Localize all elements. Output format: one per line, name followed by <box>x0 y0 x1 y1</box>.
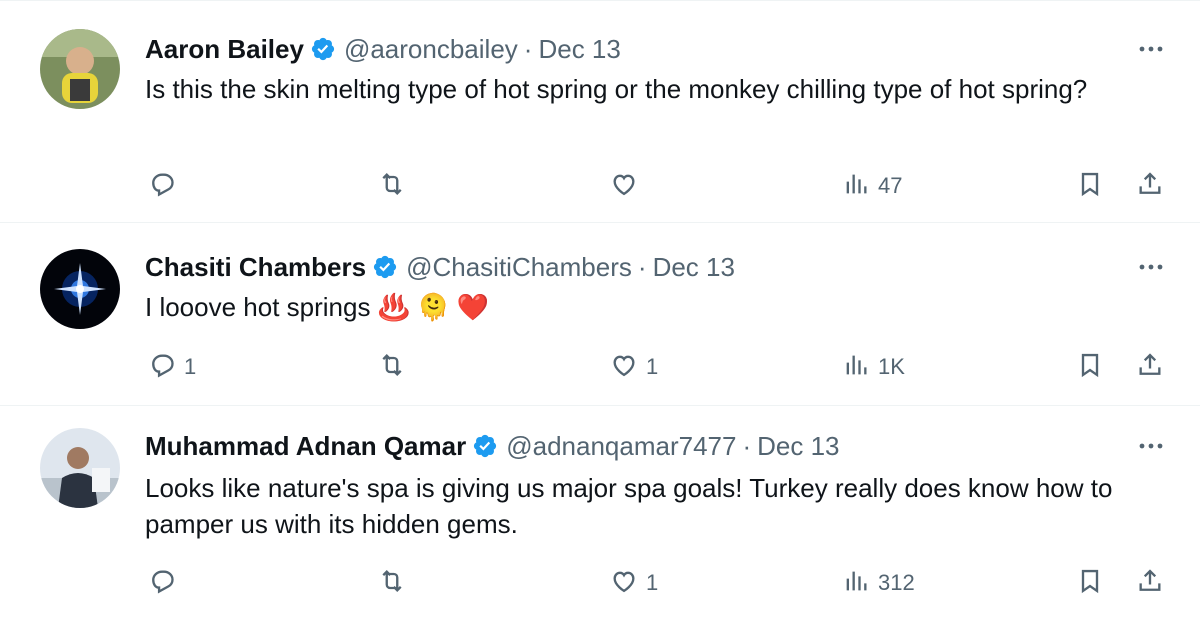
views-icon <box>842 170 870 203</box>
author-handle[interactable]: @ChasitiChambers <box>406 252 632 283</box>
share-icon <box>1136 567 1164 600</box>
verified-badge-icon <box>472 433 498 459</box>
retweet-button[interactable] <box>378 563 414 603</box>
verified-badge-icon <box>310 36 336 62</box>
retweet-button[interactable] <box>378 166 414 206</box>
author-handle[interactable]: @aaroncbailey <box>344 34 518 65</box>
red-heart-emoji: ❤️ <box>456 292 490 322</box>
reply-count: 1 <box>184 354 197 379</box>
avatar-image <box>40 249 120 329</box>
bookmark-button[interactable] <box>1076 563 1104 603</box>
like-button[interactable]: 1 <box>610 563 658 603</box>
more-icon[interactable] <box>1136 39 1166 59</box>
views-button[interactable]: 1K <box>842 347 905 387</box>
bookmark-icon <box>1076 351 1104 384</box>
bookmark-icon <box>1076 170 1104 203</box>
tweet-text: Is this the skin melting type of hot spr… <box>145 74 1088 104</box>
reply-icon <box>148 351 176 384</box>
tweet-text: I looove hot springs <box>145 292 371 322</box>
reply-button[interactable] <box>148 563 184 603</box>
reply-feed: Aaron Bailey @aaroncbailey · Dec 13 Is t… <box>0 0 1200 628</box>
views-button[interactable]: 47 <box>842 166 902 206</box>
reply-icon <box>148 567 176 600</box>
melting-face-emoji: 🫠 <box>417 292 450 322</box>
avatar[interactable] <box>40 428 120 508</box>
bookmark-button[interactable] <box>1076 347 1104 387</box>
tweet-date[interactable]: Dec 13 <box>538 34 620 65</box>
like-count: 1 <box>646 570 659 595</box>
like-icon <box>610 351 638 384</box>
separator: · <box>523 33 533 64</box>
author-name[interactable]: Aaron Bailey <box>145 34 304 65</box>
retweet-icon <box>378 351 406 384</box>
retweet-icon <box>378 170 406 203</box>
action-bar: 47 <box>0 166 1200 206</box>
share-icon <box>1136 351 1164 384</box>
author-handle[interactable]: @adnanqamar7477 <box>506 431 736 462</box>
verified-badge-icon <box>372 254 398 280</box>
tweet-2[interactable]: Chasiti Chambers @ChasitiChambers · Dec … <box>0 222 1200 406</box>
view-count: 312 <box>878 570 915 595</box>
tweet-header: Aaron Bailey @aaroncbailey · Dec 13 <box>145 31 621 67</box>
author-name[interactable]: Chasiti Chambers <box>145 252 366 283</box>
like-count: 1 <box>646 354 659 379</box>
tweet-text-container: I looove hot springs ♨️ 🫠 ❤️ <box>145 289 1175 325</box>
share-button[interactable] <box>1136 166 1164 206</box>
tweet-header: Chasiti Chambers @ChasitiChambers · Dec … <box>145 249 735 285</box>
bookmark-icon <box>1076 567 1104 600</box>
tweet-text: Looks like nature's spa is giving us maj… <box>145 473 1113 539</box>
author-name[interactable]: Muhammad Adnan Qamar <box>145 431 466 462</box>
separator: · <box>742 430 752 461</box>
tweet-1[interactable]: Aaron Bailey @aaroncbailey · Dec 13 Is t… <box>0 0 1200 223</box>
reply-button[interactable]: 1 <box>148 347 196 387</box>
more-icon[interactable] <box>1136 257 1166 277</box>
action-bar: 1 312 <box>0 563 1200 603</box>
reply-button[interactable] <box>148 166 184 206</box>
views-icon <box>842 567 870 600</box>
views-button[interactable]: 312 <box>842 563 915 603</box>
views-icon <box>842 351 870 384</box>
avatar[interactable] <box>40 249 120 329</box>
like-button[interactable]: 1 <box>610 347 658 387</box>
avatar-image <box>40 428 120 508</box>
tweet-date[interactable]: Dec 13 <box>653 252 735 283</box>
hot-springs-emoji: ♨️ <box>377 292 411 322</box>
like-icon <box>610 567 638 600</box>
view-count: 47 <box>878 173 903 198</box>
share-icon <box>1136 170 1164 203</box>
action-bar: 1 1 1K <box>0 347 1200 387</box>
separator: · <box>637 251 647 282</box>
view-count: 1K <box>878 354 905 379</box>
avatar[interactable] <box>40 29 120 109</box>
retweet-icon <box>378 567 406 600</box>
share-button[interactable] <box>1136 347 1164 387</box>
avatar-image <box>40 29 120 109</box>
like-button[interactable] <box>610 166 646 206</box>
share-button[interactable] <box>1136 563 1164 603</box>
more-icon[interactable] <box>1136 436 1166 456</box>
like-icon <box>610 170 638 203</box>
bookmark-button[interactable] <box>1076 166 1104 206</box>
tweet-date[interactable]: Dec 13 <box>757 431 839 462</box>
retweet-button[interactable] <box>378 347 414 387</box>
tweet-3[interactable]: Muhammad Adnan Qamar @adnanqamar7477 · D… <box>0 405 1200 629</box>
tweet-header: Muhammad Adnan Qamar @adnanqamar7477 · D… <box>145 428 840 464</box>
reply-icon <box>148 170 176 203</box>
